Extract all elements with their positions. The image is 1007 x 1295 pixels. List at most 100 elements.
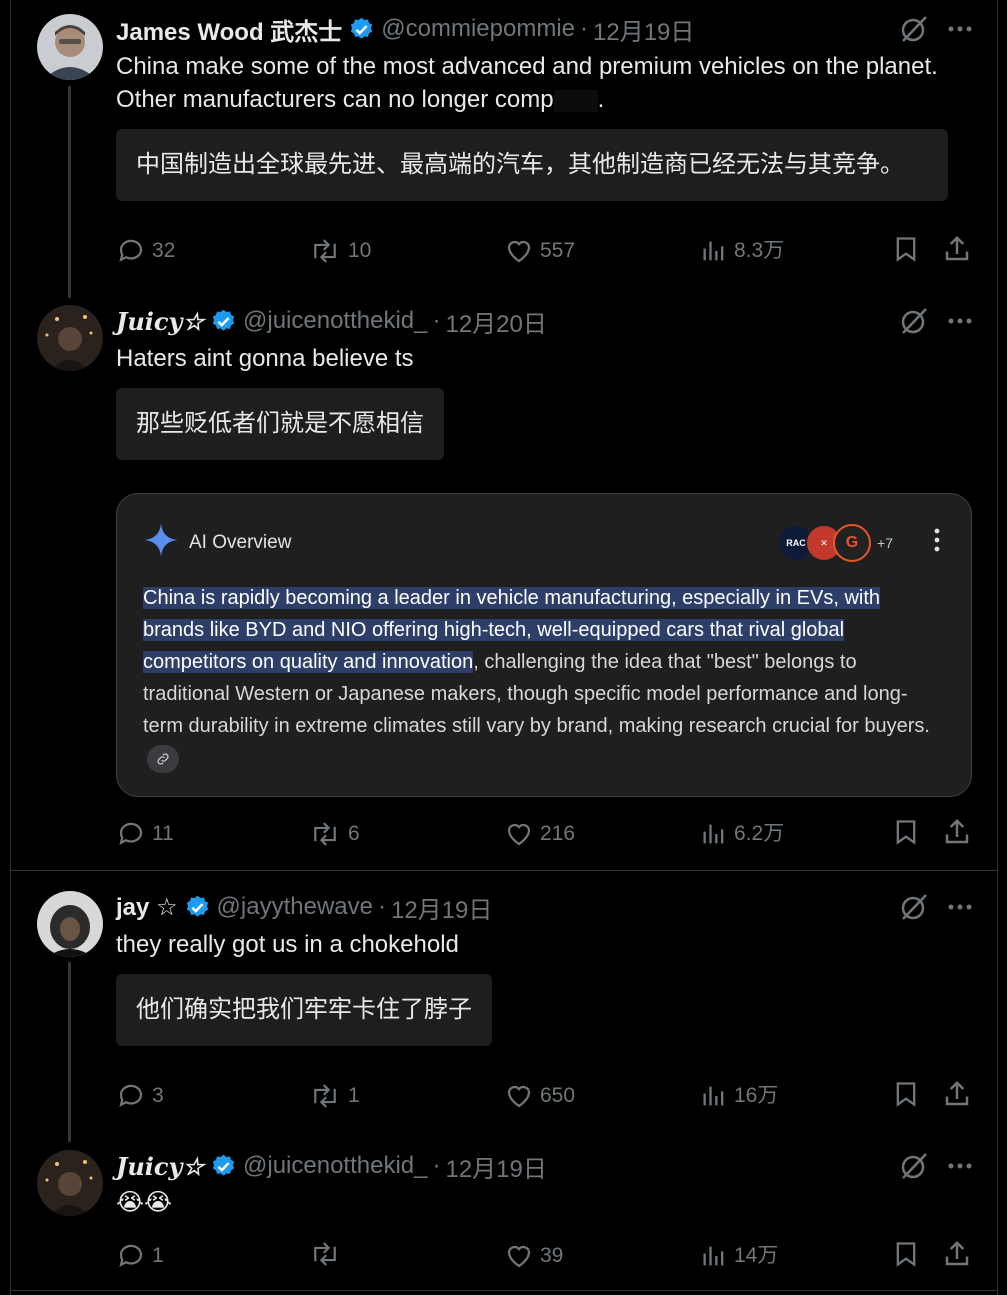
verified-badge-icon [184, 894, 211, 921]
view-count: 16万 [734, 1084, 779, 1107]
share-button[interactable] [942, 234, 978, 264]
like-button[interactable]: 216 [504, 817, 575, 851]
verified-badge-icon [210, 308, 237, 335]
avatar[interactable] [37, 891, 103, 957]
more-icon[interactable] [947, 16, 973, 47]
views-button[interactable]: 8.3万 [700, 234, 784, 268]
view-count: 6.2万 [734, 822, 785, 845]
translation-box: 那些贬低者们就是不愿相信 [116, 388, 444, 460]
post-text: China make some of the most advanced and… [116, 50, 956, 116]
post-date[interactable]: 12月19日 [391, 890, 492, 925]
like-count: 216 [540, 822, 576, 845]
repost-count: 1 [348, 1084, 360, 1107]
display-name[interactable]: jay ☆ [116, 893, 178, 922]
share-button[interactable] [942, 1079, 978, 1109]
grok-icon[interactable] [899, 1151, 929, 1186]
reply-button[interactable]: 32 [116, 234, 175, 268]
reply-count: 3 [152, 1084, 164, 1107]
avatar[interactable] [37, 305, 103, 371]
repost-button[interactable]: 1 [308, 1079, 360, 1113]
translation-box: 他们确实把我们牢牢卡住了脖子 [116, 974, 492, 1046]
post-text-body: China make some of the most advanced and… [116, 53, 938, 113]
like-count: 557 [540, 239, 576, 262]
thread-divider [10, 870, 998, 871]
more-icon[interactable] [947, 308, 973, 339]
post-text-tail: . [597, 86, 605, 113]
display-name[interactable]: Juicy☆ [116, 1152, 204, 1181]
ai-overview-text: China is rapidly becoming a leader in ve… [143, 582, 943, 774]
more-sources-count: +7 [877, 535, 893, 551]
handle[interactable]: @juicenotthekid_ [243, 307, 427, 335]
like-button[interactable]: 650 [504, 1079, 575, 1113]
repost-count: 6 [348, 822, 360, 845]
handle[interactable]: @juicenotthekid_ [243, 1152, 427, 1180]
post-date[interactable]: 12月19日 [593, 12, 694, 47]
separator-dot: · [580, 15, 588, 42]
redaction-blur [553, 89, 598, 112]
verified-badge-icon [210, 1153, 237, 1180]
action-bar: 32 10 557 8.3万 [116, 234, 972, 268]
reply-button[interactable]: 3 [116, 1079, 164, 1113]
handle[interactable]: @commiepommie [381, 15, 575, 43]
like-button[interactable]: 39 [504, 1239, 563, 1273]
thread-line [68, 86, 71, 298]
action-bar: 1 39 14万 [116, 1239, 972, 1273]
reply-button[interactable]: 11 [116, 817, 174, 851]
reply-button[interactable]: 1 [116, 1239, 164, 1273]
ai-overview-title: AI Overview [189, 532, 292, 553]
header-actions [899, 306, 973, 341]
views-button[interactable]: 14万 [700, 1239, 778, 1273]
header-actions [899, 892, 973, 927]
bookmark-button[interactable] [892, 1239, 926, 1269]
grok-icon[interactable] [899, 14, 929, 49]
ai-more-icon[interactable] [933, 528, 941, 557]
repost-button[interactable]: 6 [308, 817, 360, 851]
source-icons[interactable]: RAC ✕ G +7 [777, 524, 893, 562]
source-g-icon: G [833, 524, 872, 562]
more-icon[interactable] [947, 1153, 973, 1184]
translation-box: 中国制造出全球最先进、最高端的汽车，其他制造商已经无法与其竞争。 [116, 129, 948, 201]
repost-button[interactable]: 10 [308, 234, 371, 268]
more-icon[interactable] [947, 894, 973, 925]
action-bar: 11 6 216 6.2万 [116, 817, 972, 851]
bookmark-button[interactable] [892, 817, 926, 847]
thread-line [68, 962, 71, 1142]
post-header: jay ☆ @jayythewave · 12月19日 [116, 890, 492, 924]
like-count: 650 [540, 1084, 576, 1107]
post-text: Haters aint gonna believe ts [116, 345, 414, 372]
bottom-divider [10, 1290, 998, 1291]
share-button[interactable] [942, 817, 978, 847]
bookmark-button[interactable] [892, 234, 926, 264]
repost-button[interactable] [308, 1239, 348, 1269]
reply-count: 32 [152, 239, 176, 262]
post-date[interactable]: 12月19日 [445, 1149, 546, 1184]
display-name[interactable]: James Wood 武杰士 [116, 12, 342, 47]
handle[interactable]: @jayythewave [217, 893, 373, 921]
post-date[interactable]: 12月20日 [445, 304, 546, 339]
avatar[interactable] [37, 14, 103, 80]
reply-count: 11 [152, 822, 174, 845]
header-actions [899, 1151, 973, 1186]
display-name[interactable]: Juicy☆ [116, 307, 204, 336]
separator-dot: · [432, 307, 441, 334]
post-header: Juicy☆ @juicenotthekid_ · 12月20日 [116, 304, 547, 338]
action-bar: 3 1 650 16万 [116, 1079, 972, 1113]
bookmark-button[interactable] [892, 1079, 926, 1109]
like-button[interactable]: 557 [504, 234, 575, 268]
reply-count: 1 [152, 1244, 164, 1267]
ai-overview-header: AI Overview [143, 522, 291, 564]
post-header: Juicy☆ @juicenotthekid_ · 12月19日 [116, 1149, 547, 1183]
ai-overview-card[interactable]: AI Overview RAC ✕ G +7 China is rapidly … [116, 493, 972, 797]
views-button[interactable]: 6.2万 [700, 817, 784, 851]
post-text: 😭😭 [116, 1189, 173, 1216]
header-actions [899, 14, 973, 49]
like-count: 39 [540, 1244, 564, 1267]
link-icon[interactable] [147, 744, 179, 773]
grok-icon[interactable] [899, 892, 929, 927]
grok-icon[interactable] [899, 306, 929, 341]
avatar[interactable] [37, 1150, 103, 1216]
post-text: they really got us in a chokehold [116, 931, 459, 958]
share-button[interactable] [942, 1239, 978, 1269]
views-button[interactable]: 16万 [700, 1079, 778, 1113]
view-count: 8.3万 [734, 239, 785, 262]
